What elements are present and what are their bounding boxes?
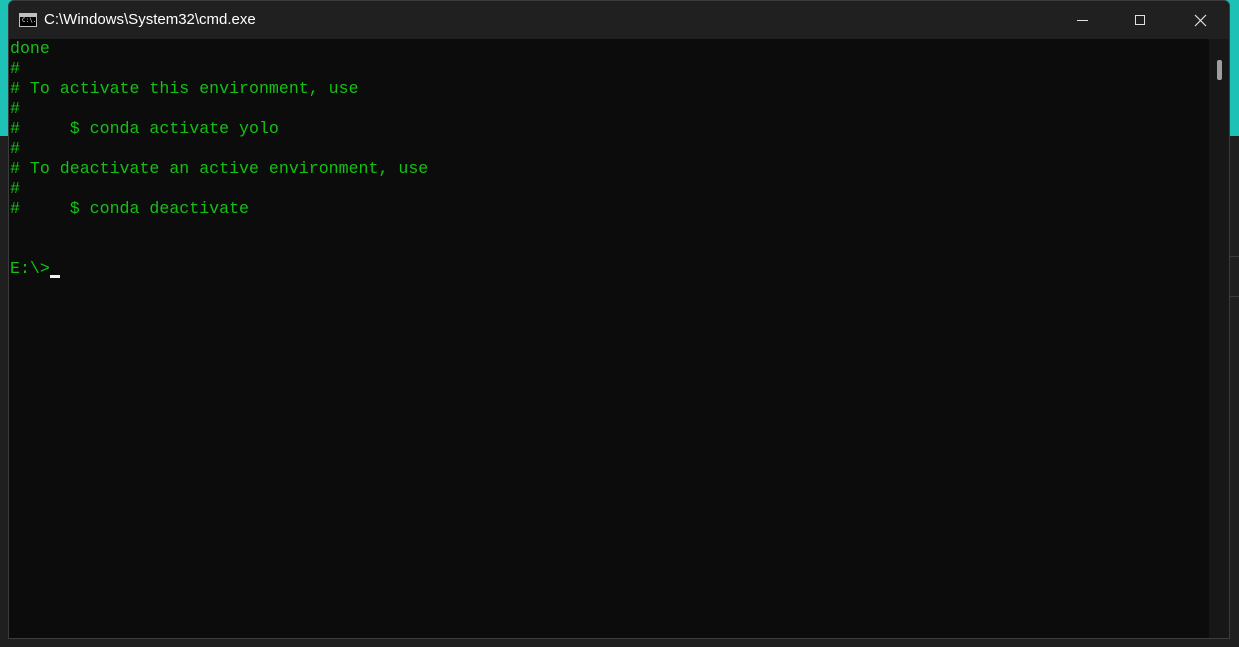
command-prompt: E:\>: [10, 259, 50, 278]
cmd-icon[interactable]: C:\.: [19, 13, 37, 27]
console-line: done: [10, 39, 50, 58]
console-line: #: [10, 179, 20, 198]
console-line: # $ conda deactivate: [10, 199, 249, 218]
minimize-button[interactable]: [1053, 1, 1111, 39]
console-line: # To activate this environment, use: [10, 79, 359, 98]
vertical-scrollbar[interactable]: [1209, 39, 1229, 638]
cmd-window: C:\. C:\Windows\System32\cmd.exe done # …: [8, 0, 1230, 639]
window-title: C:\Windows\System32\cmd.exe: [44, 11, 256, 28]
console-line: # To deactivate an active environment, u…: [10, 159, 429, 178]
maximize-icon: [1135, 15, 1145, 25]
console-line: #: [10, 59, 20, 78]
console-line: #: [10, 139, 20, 158]
maximize-button[interactable]: [1111, 1, 1169, 39]
close-icon: [1194, 14, 1206, 26]
title-bar[interactable]: C:\. C:\Windows\System32\cmd.exe: [9, 1, 1229, 39]
scroll-thumb[interactable]: [1217, 60, 1222, 80]
console-line: #: [10, 99, 20, 118]
background-divider: [1230, 296, 1239, 297]
text-cursor: [50, 275, 60, 278]
console-line: # $ conda activate yolo: [10, 119, 279, 138]
background-divider: [1230, 256, 1239, 257]
minimize-icon: [1076, 19, 1088, 21]
console-output[interactable]: done # # To activate this environment, u…: [9, 39, 1207, 638]
close-button[interactable]: [1171, 1, 1229, 39]
